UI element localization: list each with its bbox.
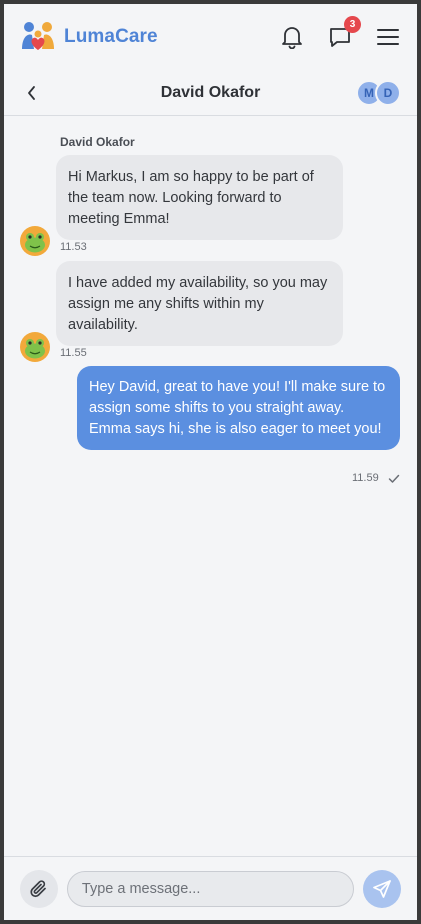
conversation-header: David Okafor M D <box>4 70 417 116</box>
attach-button[interactable] <box>20 869 58 908</box>
notifications-button[interactable] <box>279 24 305 50</box>
message-time: 11.55 <box>60 347 87 359</box>
hamburger-menu-icon <box>377 29 399 45</box>
menu-button[interactable] <box>375 24 401 50</box>
message-bubble-incoming: Hi Markus, I am so happy to be part of t… <box>56 155 343 240</box>
participant-avatars[interactable]: M D <box>356 79 401 106</box>
paperclip-icon <box>30 879 46 897</box>
message-time: 11.59 <box>352 472 379 484</box>
chevron-left-icon <box>28 85 35 100</box>
messages-button[interactable]: 3 <box>327 16 361 50</box>
message-time: 11.53 <box>60 241 87 253</box>
header-actions: 3 <box>279 16 401 50</box>
sender-name: David Okafor <box>60 135 135 149</box>
message-composer <box>4 856 417 920</box>
message-bubble-incoming: I have added my availability, so you may… <box>56 261 343 346</box>
frog-avatar <box>20 226 50 256</box>
app-header: LumaCare 3 <box>4 4 417 70</box>
family-heart-logo <box>22 22 54 50</box>
brand-name: LumaCare <box>64 26 158 47</box>
participant-avatar-d: D <box>375 79 401 106</box>
app-frame: LumaCare 3 David Okafor M D David Okafor… <box>4 4 417 920</box>
messages-badge: 3 <box>344 16 361 33</box>
check-icon <box>388 474 400 483</box>
back-button[interactable] <box>20 81 44 105</box>
message-input[interactable] <box>66 870 355 907</box>
bell-icon <box>282 27 302 49</box>
send-icon <box>373 879 391 898</box>
logo[interactable]: LumaCare <box>20 19 158 55</box>
message-bubble-outgoing: Hey David, great to have you! I'll make … <box>77 366 400 450</box>
frog-avatar <box>20 332 50 362</box>
send-button[interactable] <box>363 869 402 908</box>
